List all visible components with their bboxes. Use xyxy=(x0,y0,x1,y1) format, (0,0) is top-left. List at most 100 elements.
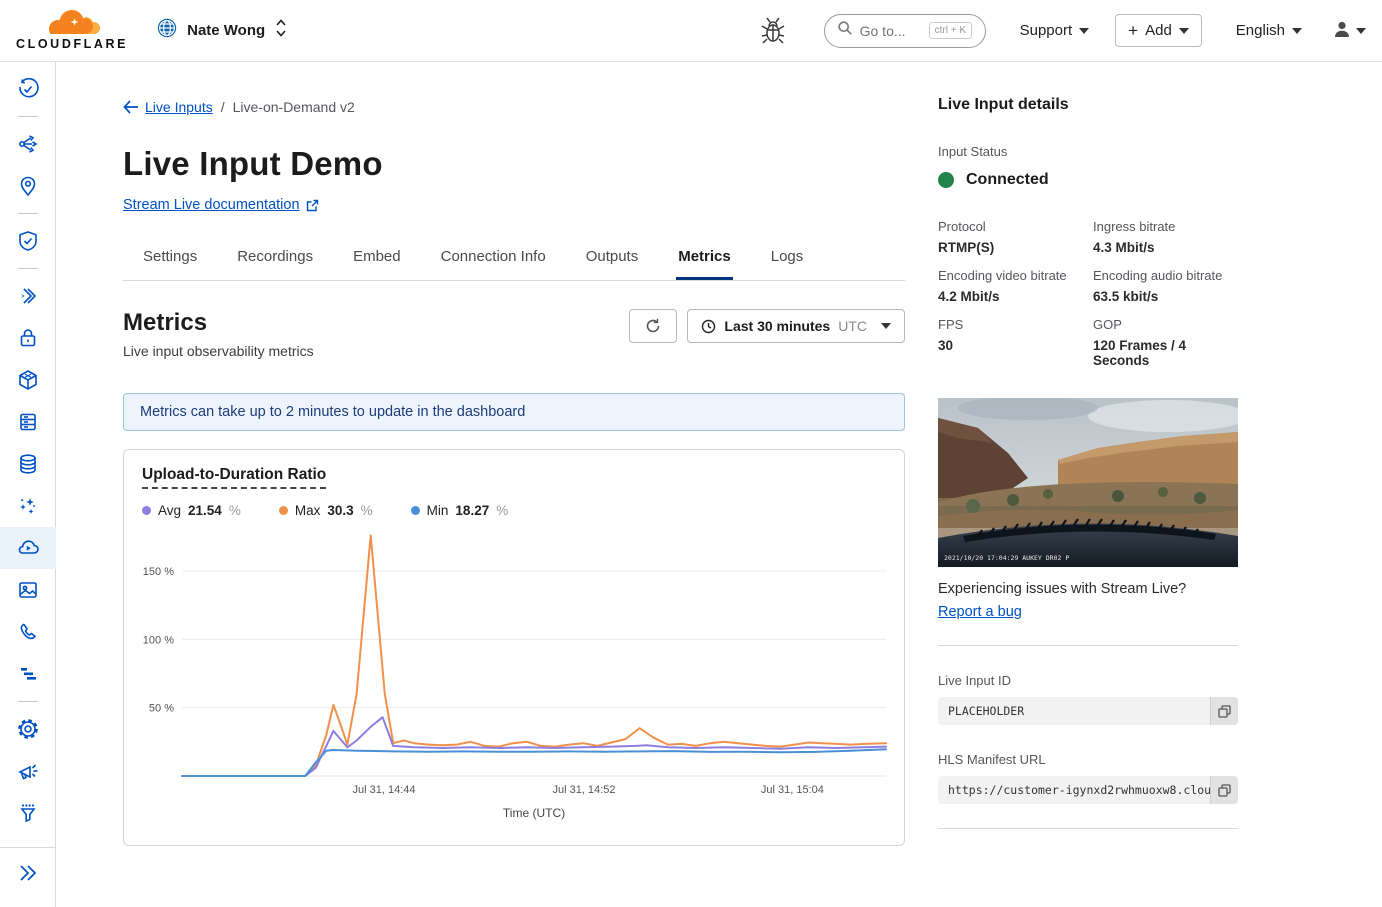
search-input[interactable] xyxy=(860,23,922,39)
images-icon[interactable] xyxy=(0,569,56,611)
language-menu[interactable]: English xyxy=(1236,22,1302,39)
global-search[interactable]: ctrl + K xyxy=(824,14,986,48)
sidebar-divider xyxy=(18,213,38,214)
caret-down-icon xyxy=(1356,28,1366,34)
detail-audio-bitrate: Encoding audio bitrate 63.5 kbit/s xyxy=(1093,268,1238,304)
time-range-dropdown[interactable]: Last 30 minutes UTC xyxy=(687,309,905,343)
time-check-icon[interactable] xyxy=(0,68,56,110)
hls-manifest-url-value[interactable]: https://customer-igynxd2rwhmuoxw8.cloudf xyxy=(938,776,1210,804)
documentation-link[interactable]: Stream Live documentation xyxy=(123,197,319,213)
globe-icon xyxy=(156,17,178,44)
copy-icon xyxy=(1218,784,1231,797)
live-input-id-value[interactable]: PLACEHOLDER xyxy=(938,697,1210,725)
server-rack-icon[interactable] xyxy=(0,401,56,443)
detail-ingress-bitrate: Ingress bitrate 4.3 Mbit/s xyxy=(1093,219,1238,255)
documentation-link-label: Stream Live documentation xyxy=(123,197,300,213)
info-banner: Metrics can take up to 2 minutes to upda… xyxy=(123,393,905,431)
live-input-id-field: PLACEHOLDER xyxy=(938,697,1238,725)
layers-bolt-icon[interactable] xyxy=(0,275,56,317)
copy-button[interactable] xyxy=(1210,697,1238,725)
detail-value: 120 Frames / 4 Seconds xyxy=(1093,338,1238,368)
time-range-zone: UTC xyxy=(838,318,867,334)
input-status-row: Connected xyxy=(938,171,1238,189)
add-menu-button[interactable]: + Add xyxy=(1115,14,1202,47)
legend-dot-max xyxy=(279,506,288,515)
chart-title: Upload-to-Duration Ratio xyxy=(142,466,326,489)
traffic-icon[interactable] xyxy=(0,123,56,165)
account-switcher[interactable]: Nate Wong xyxy=(156,17,288,44)
info-banner-text: Metrics can take up to 2 minutes to upda… xyxy=(140,404,525,420)
tab-settings[interactable]: Settings xyxy=(141,240,199,280)
detail-value: 30 xyxy=(938,338,1093,353)
detail-label: Protocol xyxy=(938,219,1093,234)
issues-text: Experiencing issues with Stream Live? xyxy=(938,581,1238,597)
cube-icon[interactable] xyxy=(0,359,56,401)
icon-sidebar xyxy=(0,62,56,907)
add-label: Add xyxy=(1145,22,1172,39)
metrics-header: Metrics Live input observability metrics… xyxy=(123,309,905,359)
legend-unit: % xyxy=(229,503,241,518)
megaphone-icon[interactable] xyxy=(0,750,56,792)
detail-protocol: Protocol RTMP(S) xyxy=(938,219,1093,255)
user-menu[interactable] xyxy=(1332,19,1366,43)
live-preview-video[interactable]: 2021/10/20 17:04:29 AUKEY DR02 P xyxy=(938,398,1238,567)
hls-manifest-url-field: https://customer-igynxd2rwhmuoxw8.cloudf xyxy=(938,776,1238,804)
main-content: Live Inputs / Live-on-Demand v2 Live Inp… xyxy=(123,62,905,846)
security-shield-icon[interactable] xyxy=(0,220,56,262)
input-status-label: Input Status xyxy=(938,144,1238,159)
caret-down-icon xyxy=(881,323,891,329)
legend-name: Max xyxy=(295,503,321,518)
plus-icon: + xyxy=(1128,21,1138,41)
support-menu[interactable]: Support xyxy=(1020,22,1090,39)
debug-bug-icon[interactable] xyxy=(760,16,786,46)
breadcrumb-separator: / xyxy=(221,99,225,115)
detail-value: 63.5 kbit/s xyxy=(1093,289,1238,304)
gear-icon[interactable] xyxy=(0,708,56,750)
tab-metrics[interactable]: Metrics xyxy=(676,240,733,280)
copy-button[interactable] xyxy=(1210,776,1238,804)
collapse-chevrons-icon[interactable] xyxy=(15,862,41,889)
detail-label: Encoding video bitrate xyxy=(938,268,1093,283)
ai-sparkles-icon[interactable] xyxy=(0,485,56,527)
breadcrumb-back-link[interactable]: Live Inputs xyxy=(123,99,213,115)
caret-down-icon xyxy=(1079,28,1089,34)
tab-embed[interactable]: Embed xyxy=(351,240,403,280)
lock-icon[interactable] xyxy=(0,317,56,359)
legend-value: 30.3 xyxy=(327,503,353,518)
detail-video-bitrate: Encoding video bitrate 4.2 Mbit/s xyxy=(938,268,1093,304)
chart-card: Upload-to-Duration Ratio Avg 21.54 % Max… xyxy=(123,449,905,846)
legend-name: Min xyxy=(427,503,449,518)
stacked-bars-icon[interactable] xyxy=(0,653,56,695)
phone-icon[interactable] xyxy=(0,611,56,653)
tab-recordings[interactable]: Recordings xyxy=(235,240,315,280)
location-pin-icon[interactable] xyxy=(0,165,56,207)
details-grid: Protocol RTMP(S) Ingress bitrate 4.3 Mbi… xyxy=(938,219,1238,372)
page-title: Live Input Demo xyxy=(123,145,905,183)
refresh-icon xyxy=(645,318,661,334)
detail-label: GOP xyxy=(1093,317,1238,332)
refresh-button[interactable] xyxy=(629,309,677,343)
stream-cloud-play-icon[interactable] xyxy=(0,527,56,569)
legend-item-max: Max 30.3 % xyxy=(279,503,373,518)
tab-logs[interactable]: Logs xyxy=(769,240,806,280)
database-icon[interactable] xyxy=(0,443,56,485)
legend-unit: % xyxy=(496,503,508,518)
funnel-icon[interactable] xyxy=(0,792,56,834)
copy-icon xyxy=(1218,705,1231,718)
report-bug-link[interactable]: Report a bug xyxy=(938,604,1022,620)
status-badge: Connected xyxy=(966,171,1049,189)
tab-outputs[interactable]: Outputs xyxy=(584,240,641,280)
search-icon xyxy=(837,20,853,41)
hls-manifest-url-label: HLS Manifest URL xyxy=(938,752,1238,767)
cloudflare-logo[interactable]: CLOUDFLARE xyxy=(16,10,128,51)
svg-text:Jul 31, 15:04: Jul 31, 15:04 xyxy=(761,784,824,796)
panel-divider xyxy=(938,645,1238,646)
legend-item-min: Min 18.27 % xyxy=(411,503,509,518)
legend-dot-min xyxy=(411,506,420,515)
svg-text:Jul 31, 14:52: Jul 31, 14:52 xyxy=(552,784,615,796)
sort-chevrons-icon xyxy=(274,17,288,44)
tab-connection-info[interactable]: Connection Info xyxy=(439,240,548,280)
support-label: Support xyxy=(1020,22,1073,39)
legend-value: 21.54 xyxy=(188,503,222,518)
svg-text:50 %: 50 % xyxy=(149,703,174,715)
